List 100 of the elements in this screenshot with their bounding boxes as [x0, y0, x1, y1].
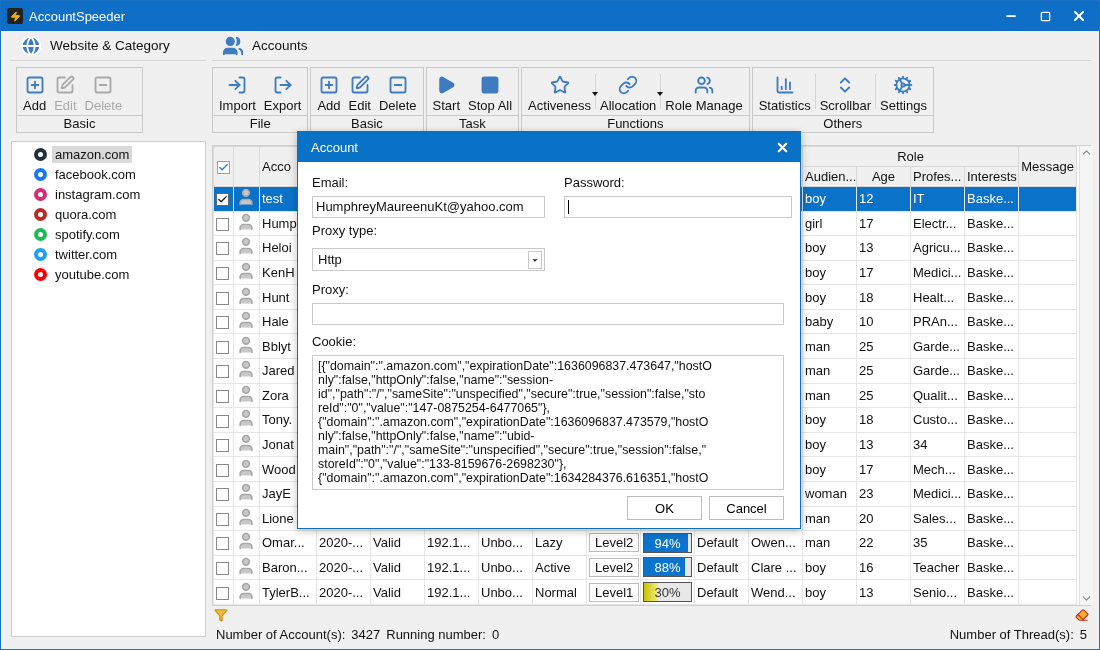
settings-icon	[893, 75, 914, 95]
password-field[interactable]	[564, 196, 792, 218]
table-cell: Default	[697, 559, 739, 575]
table-cell: man	[805, 535, 831, 551]
avatar-icon	[236, 359, 256, 380]
status-label: Number of Account(s):	[216, 627, 346, 642]
row-checkbox[interactable]	[216, 389, 229, 403]
roles-button[interactable]: Role Manage	[661, 68, 747, 115]
table-cell: 192.1...	[427, 559, 471, 575]
scrollbar-button[interactable]: Scrollbar	[815, 68, 875, 115]
cookie-field[interactable]: [{"domain":".amazon.com","expirationDate":1636096837.473647,"hostO nly":false,"httpOnly":false,"name":"session- id","path":"/","sameSite":"unspecified","secure":true,"session":false,"sto reId":"0","value":"147-0875254-6477065"}, {"domain":".amazon.com","expirationDate":1636096837.473579,"hostO nly":false,"httpOnly":false,"name":"ubid- main","path":"/","sameSite":"unspecified","secure":true,"session":false," storeId":"0","value":"133-8159676-2698230"}, {"domain":".amazon.com","expirationDate":1634284376.616351,"hostO	[312, 355, 784, 490]
settings-button[interactable]: Settings	[876, 68, 931, 115]
site-item[interactable]: youtube.com	[52, 265, 133, 283]
table-cell: Baske...	[967, 412, 1014, 428]
table-cell: boy	[805, 412, 826, 428]
add-button[interactable]: Add	[313, 68, 345, 115]
avatar-icon	[236, 531, 256, 552]
table-cell: Qualit...	[913, 387, 958, 403]
row-checkbox[interactable]	[216, 217, 229, 231]
column-group-header: Role	[897, 149, 924, 164]
table-cell: 17	[859, 461, 874, 477]
table-cell: Default	[697, 535, 739, 551]
row-checkbox[interactable]	[216, 267, 229, 281]
email-field[interactable]: HumphreyMaureenuKt@yahoo.com	[312, 196, 545, 218]
table-row[interactable]: Omar... 2020-... Valid 192.1... Unbo... Lazy Level2 94% Default Owen... man 22 35 Baske...	[213, 530, 1077, 556]
row-checkbox[interactable]	[216, 291, 229, 305]
delete-button[interactable]: Delete	[374, 68, 421, 115]
table-cell: Baske...	[967, 289, 1014, 305]
site-item[interactable]: amazon.com	[52, 145, 133, 163]
select-all-checkbox[interactable]	[217, 161, 230, 175]
table-cell: Wend...	[751, 584, 796, 600]
cancel-button[interactable]: Cancel	[709, 496, 784, 520]
row-checkbox[interactable]	[216, 340, 229, 354]
table-cell: boy	[805, 437, 826, 453]
row-checkbox[interactable]	[216, 414, 229, 428]
table-cell: Valid	[373, 535, 401, 551]
table-cell: Unbo...	[481, 535, 523, 551]
table-cell: Medici...	[913, 265, 962, 280]
table-cell: JayE	[262, 486, 291, 502]
table-cell: Wood	[262, 461, 296, 477]
table-cell: Heloi	[262, 240, 292, 256]
table-cell: 13	[859, 584, 874, 600]
row-checkbox[interactable]	[216, 439, 229, 453]
table-cell: Baske...	[967, 338, 1014, 354]
table-cell: Sales...	[913, 510, 957, 526]
table-cell: Baske...	[967, 240, 1014, 256]
table-cell: Jared	[262, 363, 295, 379]
allocation-button[interactable]: Allocation	[596, 68, 661, 115]
row-checkbox[interactable]	[216, 537, 229, 551]
avatar-icon	[236, 457, 256, 478]
add-button[interactable]: Add	[19, 68, 51, 115]
table-cell: Jonat	[262, 437, 294, 453]
table-cell: Baske...	[967, 215, 1014, 231]
row-checkbox[interactable]	[216, 488, 229, 502]
proxy-field[interactable]	[312, 303, 784, 325]
plus-square-icon	[319, 75, 339, 95]
table-cell: 25	[859, 387, 874, 403]
row-checkbox[interactable]	[216, 242, 229, 256]
activeness-button[interactable]: Activeness	[524, 68, 595, 115]
statistics-button[interactable]: Statistics	[754, 68, 815, 115]
table-cell: Valid	[373, 584, 401, 600]
site-item[interactable]: spotify.com	[52, 225, 123, 243]
import-button[interactable]: Import	[215, 68, 260, 115]
table-cell: Omar...	[262, 535, 305, 551]
caret-icon[interactable]	[528, 250, 542, 269]
edit-button[interactable]: Edit	[344, 68, 375, 115]
site-item[interactable]: twitter.com	[52, 245, 121, 263]
avatar-icon	[236, 212, 256, 232]
row-checkbox[interactable]	[216, 463, 229, 477]
table-cell: Baske...	[967, 314, 1014, 330]
row-checkbox[interactable]	[216, 586, 229, 600]
table-cell: 34	[913, 437, 928, 453]
status-value: 0	[492, 627, 500, 642]
proxy-type-dropdown[interactable]: Http	[312, 248, 545, 271]
table-row[interactable]: Baron... 2020-... Valid 192.1... Unbo... Active Level2 88% Default Clare ... boy 16 Teacher Baske...	[213, 555, 1077, 580]
row-checkbox[interactable]	[216, 316, 229, 330]
table-cell: Electr...	[913, 215, 957, 231]
stop-button[interactable]: Stop All	[464, 68, 517, 115]
table-cell: TylerB...	[262, 584, 310, 600]
table-cell: boy	[805, 461, 826, 477]
row-checkbox[interactable]	[216, 365, 229, 379]
site-item[interactable]: facebook.com	[52, 165, 139, 183]
status-value: 3427	[351, 627, 381, 642]
row-checkbox[interactable]	[216, 193, 229, 207]
row-checkbox[interactable]	[216, 562, 229, 575]
table-cell: 22	[859, 535, 874, 551]
level-label: Level1	[589, 582, 640, 602]
eraser-icon[interactable]	[1075, 608, 1089, 622]
filter-icon[interactable]	[214, 608, 228, 622]
start-button[interactable]: Start	[428, 68, 464, 115]
scrollbar[interactable]	[1079, 146, 1093, 605]
export-button[interactable]: Export	[259, 68, 306, 115]
table-cell: Healt...	[913, 289, 955, 305]
column-header[interactable]: Acco	[262, 159, 291, 174]
level-label: Level2	[589, 557, 640, 577]
table-cell: Baske...	[967, 191, 1014, 207]
ok-button[interactable]: OK	[627, 496, 702, 520]
row-checkbox[interactable]	[216, 512, 229, 526]
site-item[interactable]: quora.com	[52, 205, 120, 223]
site-item[interactable]: instagram.com	[52, 185, 144, 203]
